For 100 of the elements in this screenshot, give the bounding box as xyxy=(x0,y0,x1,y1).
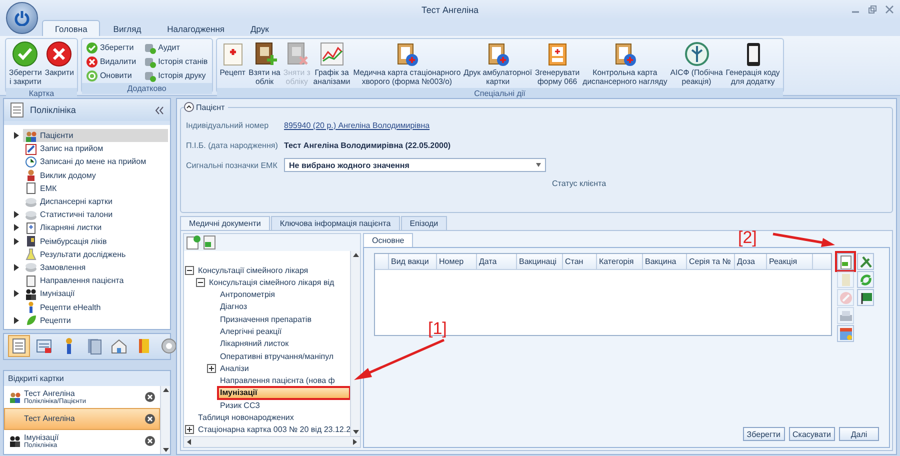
group-label: Додатково xyxy=(82,83,212,94)
gear-icon xyxy=(160,337,178,356)
ribbon-button[interactable]: Оновити xyxy=(84,69,138,82)
nav-item[interactable]: Рецепти xyxy=(12,314,170,327)
ribbon-button[interactable]: Зберегти xyxy=(84,41,138,54)
tree-item[interactable]: Консультація сімейного лікаря від xyxy=(185,276,350,289)
column-header[interactable]: Реакція xyxy=(767,254,813,269)
tree-item[interactable]: Аналізи xyxy=(185,362,350,375)
tab[interactable]: Основне xyxy=(363,233,414,247)
scrollbar[interactable] xyxy=(160,386,170,454)
scrollbar[interactable] xyxy=(350,251,360,436)
tree-item[interactable]: Направлення пацієнта (нова ф xyxy=(185,374,350,387)
tree-item[interactable]: Призначення препаратів xyxy=(185,313,350,326)
nav-item[interactable]: Результати досліджень xyxy=(12,248,170,261)
ribbon-button[interactable]: Історія станів xyxy=(142,55,210,68)
window-title: Тест Ангеліна xyxy=(421,4,479,14)
collapse-icon[interactable] xyxy=(155,106,164,114)
tree-item[interactable]: Алергічні реакції xyxy=(185,325,350,338)
tree-item[interactable]: Антропометрія xyxy=(185,288,350,301)
scroll-down-icon[interactable] xyxy=(352,430,358,434)
folder-icon xyxy=(85,337,103,356)
column-header[interactable]: Доза xyxy=(735,254,767,269)
ribbon-button[interactable]: Історія друку xyxy=(142,69,210,82)
close-icon[interactable] xyxy=(145,414,155,424)
nav-item[interactable]: Направлення пацієнта xyxy=(12,274,170,288)
column-header[interactable]: Вид вакци xyxy=(389,254,437,269)
form-button[interactable]: Зберегти xyxy=(742,427,785,441)
nav-item[interactable]: Лікарняні листки xyxy=(12,221,170,234)
select-field[interactable]: Не вибрано жодного значення xyxy=(284,158,546,172)
column-header[interactable]: Номер xyxy=(437,254,477,269)
nav-item[interactable]: Рецепти eHealth xyxy=(12,300,170,314)
collapse-icon[interactable] xyxy=(184,102,194,112)
restore-icon[interactable] xyxy=(868,5,877,14)
column-header[interactable]: Вакцина xyxy=(643,254,687,269)
people-icon xyxy=(9,434,21,447)
export-icon[interactable] xyxy=(202,235,217,250)
check-icon xyxy=(12,41,38,67)
tab[interactable]: Ключова інформація пацієнта xyxy=(270,216,400,230)
card-title: Тест Ангеліна xyxy=(24,388,76,398)
expand-arrow-icon xyxy=(14,264,18,271)
document-icon xyxy=(25,222,37,234)
form-button[interactable]: Далі xyxy=(839,427,879,441)
expand-arrow-icon xyxy=(14,290,18,298)
panel-title: Відкриті картки xyxy=(4,370,170,386)
open-card[interactable]: Тест Ангеліна xyxy=(4,408,160,430)
scroll-right-icon[interactable] xyxy=(353,439,357,445)
scroll-down-icon[interactable] xyxy=(162,448,168,452)
column-header[interactable]: Вакцинаці xyxy=(517,254,563,269)
column-header[interactable]: Категорія xyxy=(597,254,643,269)
group-title: Пацієнт xyxy=(196,102,225,112)
add-document-icon[interactable] xyxy=(186,235,201,250)
tree-item[interactable]: Стаціонарна картка 003 № 20 від 23.12.2 xyxy=(185,424,350,436)
close-icon[interactable] xyxy=(145,392,155,402)
nav-item[interactable]: ЕМК xyxy=(12,182,170,195)
document-icon xyxy=(25,274,37,287)
tree-item[interactable]: Таблиця новонароджених xyxy=(185,411,350,424)
tree-item[interactable]: Консультації сімейного лікаря xyxy=(185,264,350,276)
tree-item[interactable]: Ризик ССЗ xyxy=(185,399,350,412)
nav-item[interactable]: Замовлення xyxy=(12,260,170,274)
stack-icon xyxy=(25,196,37,208)
expand-arrow-icon xyxy=(14,316,18,324)
collapse-icon xyxy=(196,278,205,287)
form-button[interactable]: Скасувати xyxy=(788,427,835,441)
scroll-left-icon[interactable] xyxy=(187,439,191,445)
ribbon-tab[interactable]: Вигляд xyxy=(100,20,154,36)
ribbon-button[interactable]: Аудит xyxy=(142,41,210,54)
tab[interactable]: Медичні документи xyxy=(180,216,270,230)
card-title: Імунізації xyxy=(24,432,60,442)
nav-button[interactable] xyxy=(8,335,30,358)
notebook-icon xyxy=(10,102,24,118)
ribbon-button[interactable]: Видалити xyxy=(84,55,138,68)
add-document-icon xyxy=(838,254,852,268)
column-header[interactable]: Дата xyxy=(477,254,517,269)
ribbon-tab[interactable]: Головна xyxy=(42,20,100,36)
nav-item[interactable]: Запис на прийом xyxy=(12,142,170,156)
list-icon xyxy=(10,337,28,356)
table-icon xyxy=(35,337,53,356)
database-icon xyxy=(144,42,156,54)
tree-item[interactable]: Лікарняний листок xyxy=(185,338,350,350)
ribbon-tab[interactable]: Друк xyxy=(238,20,282,36)
scroll-up-icon[interactable] xyxy=(352,253,358,257)
nav-item[interactable]: Імунізації xyxy=(12,287,170,300)
scrollbar[interactable] xyxy=(184,436,360,447)
column-header[interactable]: Стан xyxy=(563,254,597,269)
nav-item[interactable]: Диспансерні картки xyxy=(12,194,170,208)
patient-link[interactable]: 895940 (20 р.) Ангеліна Володимирівна xyxy=(284,120,430,130)
tool-button[interactable] xyxy=(857,289,874,306)
close-icon[interactable] xyxy=(145,436,155,446)
nav-item[interactable]: Записані до мене на прийом xyxy=(12,155,170,169)
tree-item[interactable]: Оперативні втручання/маніпул xyxy=(185,350,350,362)
people-icon xyxy=(9,390,21,403)
nav-item[interactable]: Статистичні талони xyxy=(12,208,170,222)
nav-item[interactable]: Виклик додому xyxy=(12,168,170,182)
people-icon xyxy=(25,130,37,142)
column-header[interactable]: Серія та № xyxy=(687,254,735,269)
tab[interactable]: Епізоди xyxy=(400,216,448,230)
nav-item[interactable]: Реімбурсація ліків xyxy=(12,234,170,248)
tree-item[interactable]: Діагноз xyxy=(185,300,350,314)
ribbon-tab[interactable]: Налагодження xyxy=(154,20,238,36)
leaf-icon xyxy=(25,314,37,326)
